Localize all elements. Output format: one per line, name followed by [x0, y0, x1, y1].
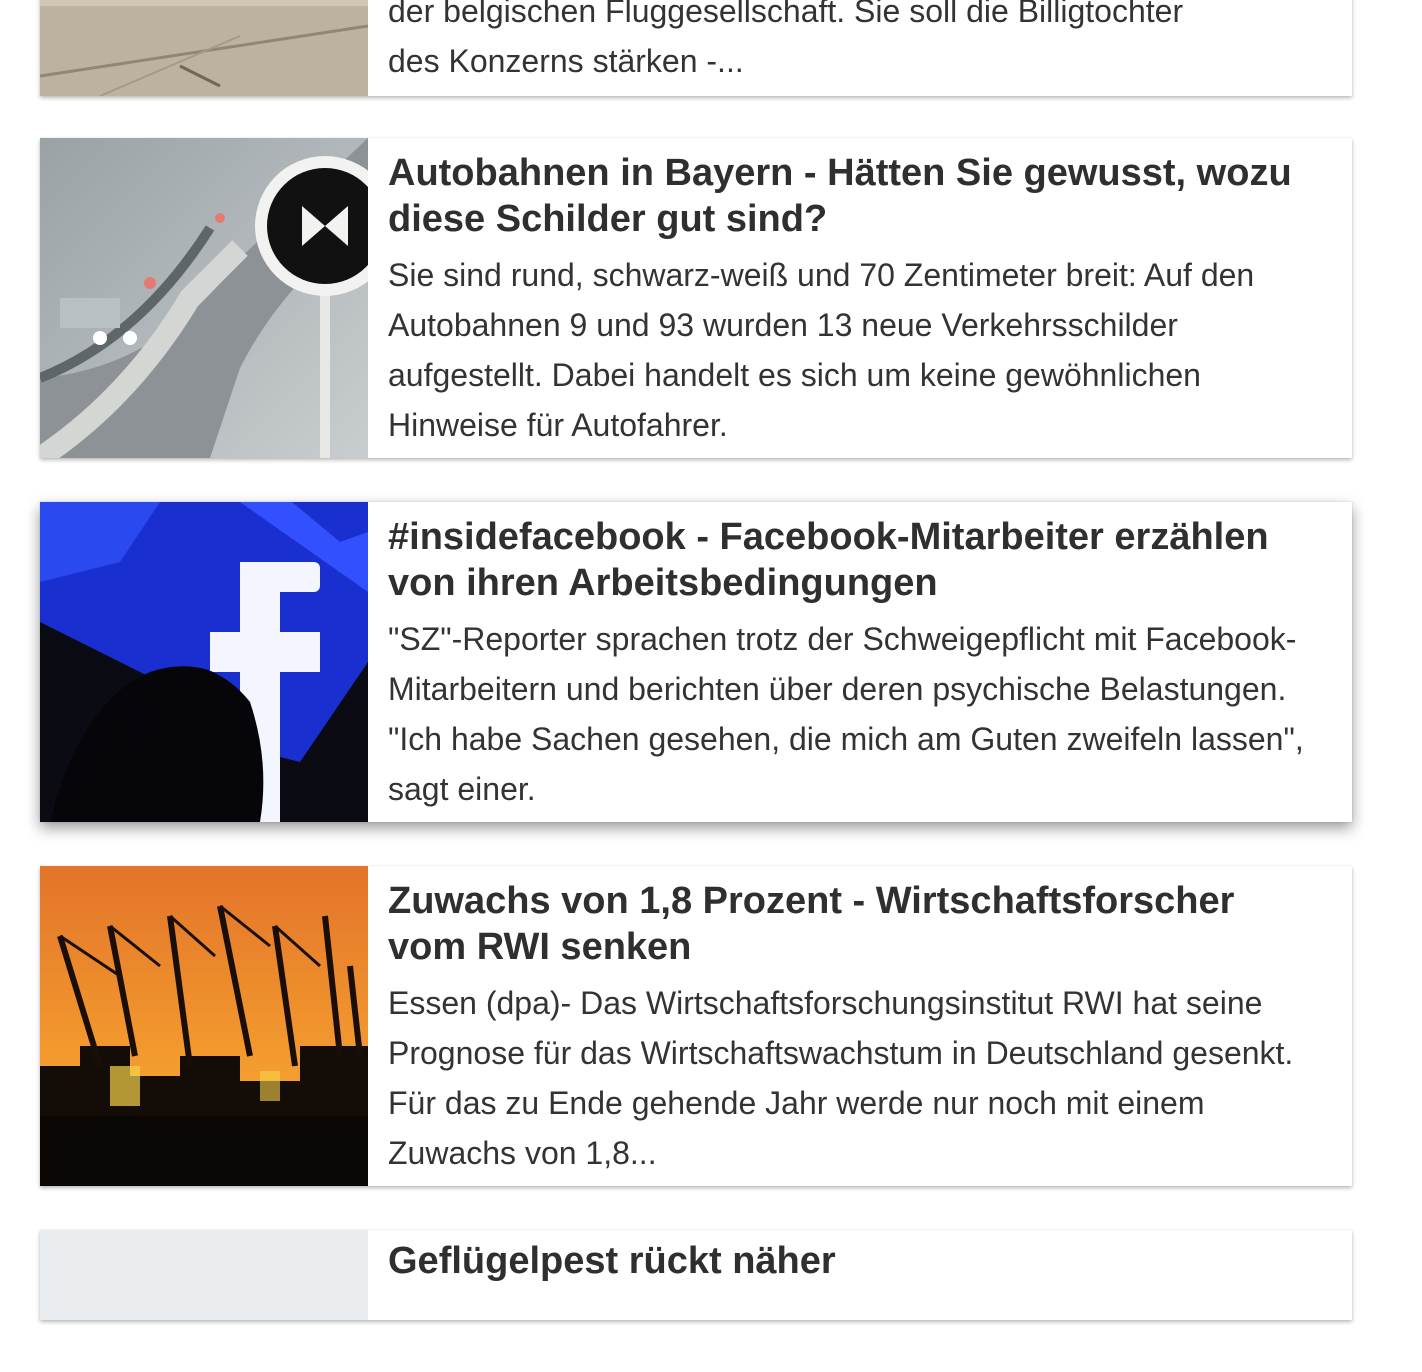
article-title[interactable]: Autobahnen in Bayern - Hätten Sie gewuss…: [388, 150, 1312, 242]
news-card[interactable]: Zuwachs von 1,8 Prozent - Wirtschaftsfor…: [40, 866, 1352, 1186]
article-text: Zuwachs von 1,8 Prozent - Wirtschaftsfor…: [388, 878, 1312, 1178]
article-text: der belgischen Fluggesellschaft. Sie sol…: [388, 0, 1312, 86]
news-card[interactable]: der belgischen Fluggesellschaft. Sie sol…: [40, 0, 1352, 96]
article-teaser: Sie sind rund, schwarz-weiß und 70 Zenti…: [388, 257, 1255, 443]
news-card[interactable]: Geflügelpest rückt näher: [40, 1230, 1352, 1320]
article-teaser: "SZ"-Reporter sprachen trotz der Schweig…: [388, 621, 1304, 807]
article-thumbnail-placeholder: [40, 1230, 368, 1320]
news-feed: der belgischen Fluggesellschaft. Sie sol…: [0, 0, 1422, 1372]
news-card[interactable]: Autobahnen in Bayern - Hätten Sie gewuss…: [40, 138, 1352, 458]
news-card[interactable]: #insidefacebook - Facebook-Mitarbeiter e…: [40, 502, 1352, 822]
article-thumbnail: [40, 866, 368, 1186]
article-text: Geflügelpest rückt näher: [388, 1238, 1312, 1284]
article-thumbnail: [40, 138, 368, 458]
article-teaser: des Konzerns stärken -...: [388, 43, 744, 79]
article-text: #insidefacebook - Facebook-Mitarbeiter e…: [388, 514, 1312, 814]
article-title[interactable]: Geflügelpest rückt näher: [388, 1238, 1312, 1284]
article-thumbnail: [40, 502, 368, 822]
article-text: Autobahnen in Bayern - Hätten Sie gewuss…: [388, 150, 1312, 450]
article-teaser-cut: der belgischen Fluggesellschaft. Sie sol…: [388, 0, 1184, 29]
article-teaser: Essen (dpa)- Das Wirtschaftsforschungsin…: [388, 985, 1294, 1171]
article-thumbnail: [40, 0, 368, 96]
article-title[interactable]: Zuwachs von 1,8 Prozent - Wirtschaftsfor…: [388, 878, 1312, 970]
article-title[interactable]: #insidefacebook - Facebook-Mitarbeiter e…: [388, 514, 1312, 606]
